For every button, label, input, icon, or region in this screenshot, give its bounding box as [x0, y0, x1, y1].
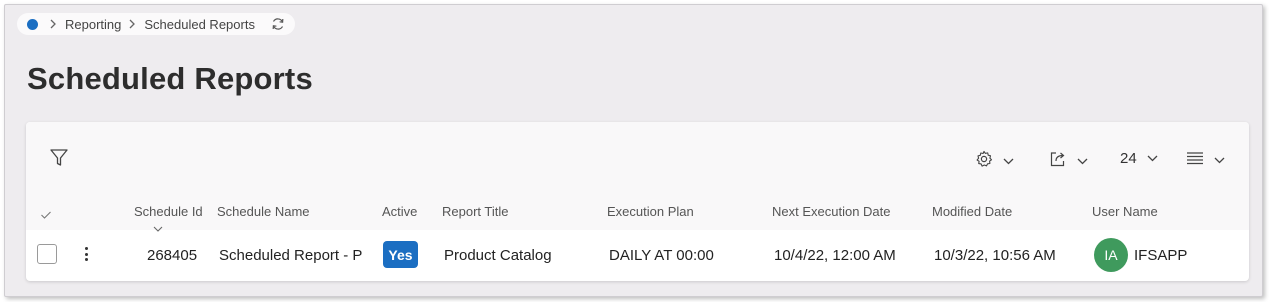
- chevron-right-icon: [50, 19, 57, 29]
- chevron-down-icon: [1147, 155, 1158, 162]
- row-checkbox[interactable]: [37, 244, 57, 264]
- column-header-modified-date[interactable]: Modified Date: [932, 204, 1012, 219]
- cell-next-execution-date: 10/4/22, 12:00 AM: [774, 247, 896, 264]
- app-window: Reporting Scheduled Reports Scheduled Re…: [4, 4, 1263, 297]
- row-more-options-icon[interactable]: [82, 245, 90, 263]
- cell-user-name: IFSAPP: [1134, 247, 1188, 264]
- cell-execution-plan: DAILY AT 00:00: [609, 247, 714, 264]
- gear-icon: [975, 150, 993, 172]
- chevron-down-icon: [1003, 158, 1014, 165]
- page-size-selector[interactable]: 24: [1120, 150, 1158, 167]
- column-header-active[interactable]: Active: [382, 204, 417, 219]
- cell-report-title: Product Catalog: [444, 247, 552, 264]
- cell-modified-date: 10/3/22, 10:56 AM: [934, 247, 1056, 264]
- home-dot-icon[interactable]: [27, 18, 38, 30]
- list-view-icon: [1186, 150, 1204, 170]
- select-all-checkmark-icon[interactable]: [40, 207, 52, 225]
- view-density-menu-button[interactable]: [1186, 150, 1225, 170]
- page-title: Scheduled Reports: [27, 61, 313, 96]
- table-row[interactable]: 268405 Scheduled Report - P Yes Product …: [26, 235, 1249, 275]
- column-header-user-name[interactable]: User Name: [1092, 204, 1158, 219]
- column-header-schedule-name[interactable]: Schedule Name: [217, 204, 310, 219]
- breadcrumb: Reporting Scheduled Reports: [17, 13, 295, 35]
- chevron-down-icon: [1214, 157, 1225, 164]
- export-icon: [1049, 150, 1067, 172]
- avatar: IA: [1094, 238, 1128, 272]
- column-header-next-execution-date[interactable]: Next Execution Date: [772, 204, 891, 219]
- results-card: 24 Schedule Id Schedule Name Active Repo…: [26, 122, 1249, 281]
- column-header-execution-plan[interactable]: Execution Plan: [607, 204, 694, 219]
- chevron-down-icon: [1077, 158, 1088, 165]
- settings-menu-button[interactable]: [975, 150, 1014, 172]
- filter-icon[interactable]: [49, 148, 69, 168]
- export-menu-button[interactable]: [1049, 150, 1088, 172]
- cell-schedule-name: Scheduled Report - P: [219, 247, 363, 264]
- page-size-value: 24: [1120, 150, 1137, 167]
- column-header-schedule-id[interactable]: Schedule Id: [134, 204, 203, 219]
- breadcrumb-item-scheduled-reports[interactable]: Scheduled Reports: [144, 17, 255, 32]
- breadcrumb-item-reporting[interactable]: Reporting: [65, 17, 121, 32]
- chevron-right-icon: [129, 19, 136, 29]
- cell-schedule-id: 268405: [147, 247, 198, 264]
- active-status-badge: Yes: [383, 241, 418, 268]
- column-header-report-title[interactable]: Report Title: [442, 204, 508, 219]
- refresh-icon[interactable]: [271, 17, 285, 31]
